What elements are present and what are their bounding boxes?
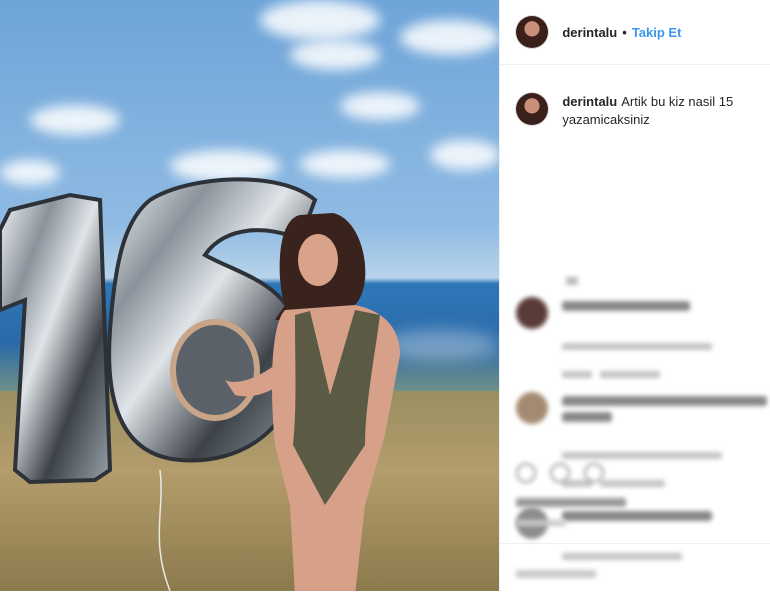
- instagram-post: derintalu • Takip Et derintalu Artik bu k…: [0, 0, 770, 591]
- follow-button[interactable]: Takip Et: [632, 25, 682, 40]
- caption-body: derintalu Artik bu kiz nasil 15 yazamicak…: [562, 93, 754, 129]
- comment-icon[interactable]: [550, 463, 571, 483]
- comment-avatar[interactable]: [516, 297, 549, 329]
- comment-avatar[interactable]: [516, 392, 549, 424]
- separator-dot: •: [622, 24, 627, 40]
- caption-meta: [566, 277, 579, 285]
- author-avatar[interactable]: [516, 16, 549, 48]
- post-sidebar: derintalu • Takip Et derintalu Artik bu k…: [499, 0, 770, 591]
- likes-count[interactable]: [516, 498, 627, 507]
- caption: derintalu Artik bu kiz nasil 15 yazamicak…: [500, 65, 770, 129]
- heart-icon[interactable]: [516, 463, 537, 483]
- comment-row: [516, 297, 720, 383]
- person: [215, 205, 415, 591]
- post-header: derintalu • Takip Et: [500, 0, 770, 65]
- add-comment-area: [500, 543, 770, 592]
- caption-username[interactable]: derintalu: [562, 94, 617, 109]
- share-icon[interactable]: [584, 463, 605, 483]
- add-comment-input[interactable]: [516, 570, 597, 578]
- caption-avatar[interactable]: [516, 93, 549, 125]
- post-date: [516, 520, 567, 526]
- author-username[interactable]: derintalu: [562, 25, 617, 40]
- action-bar: [516, 463, 605, 483]
- post-photo[interactable]: [0, 0, 500, 591]
